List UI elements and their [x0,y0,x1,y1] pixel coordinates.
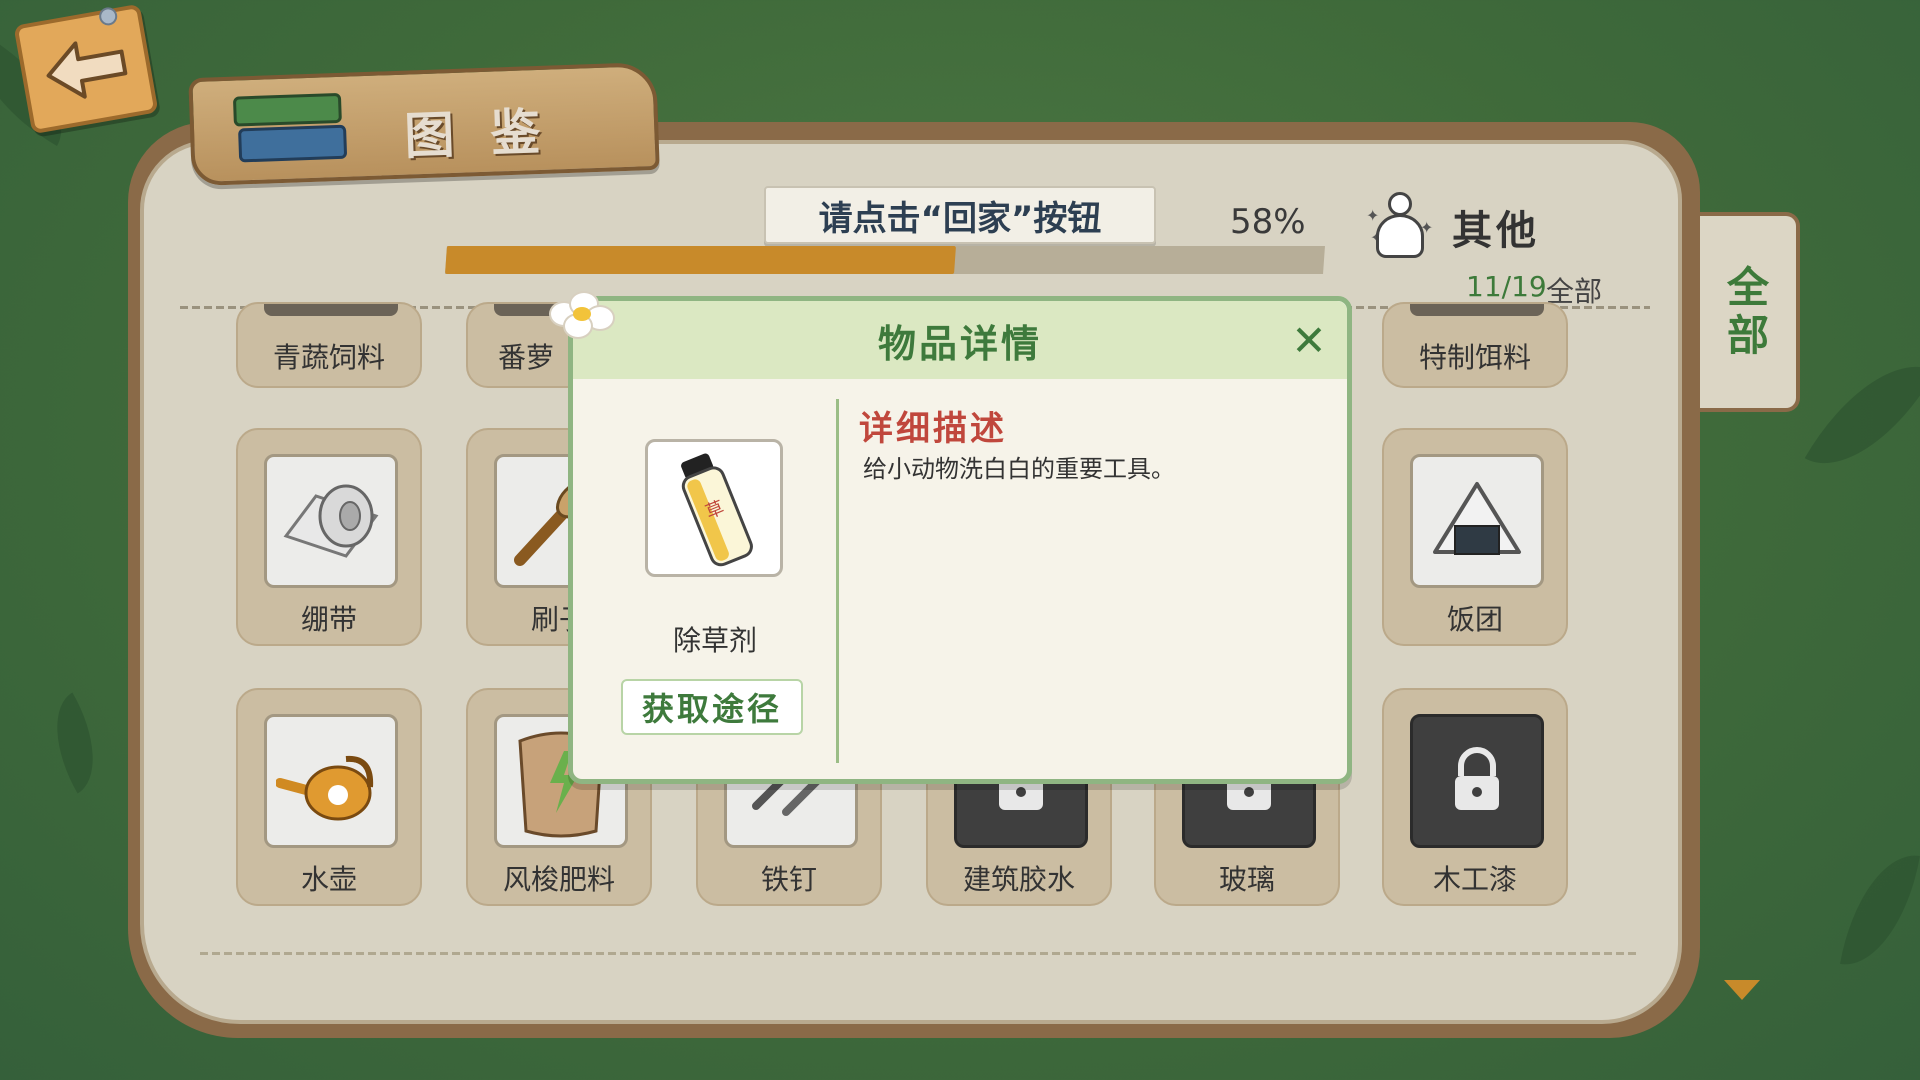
title-plank: 图鉴 [188,61,660,187]
item-name: 绷带 [300,603,357,636]
description-text: 给小动物洗白白的重要工具。 [863,455,1175,483]
list-item[interactable]: 水壶 [236,688,422,906]
bandage-icon [264,454,398,588]
item-name: 特制饵料 [1418,341,1531,374]
category-label: 其他 [1452,208,1540,254]
back-arrow-icon [46,41,128,99]
pin-icon [97,5,119,27]
item-name: 建筑胶水 [962,863,1075,896]
tab-all-label: 全 [1726,262,1769,312]
list-item[interactable]: 木工漆 [1382,688,1568,906]
progress-fill [445,246,957,274]
hint-banner[interactable]: 请点击“回家”按钮 [764,186,1156,244]
obtain-method-button[interactable]: 获取途径 [621,679,803,735]
tab-all[interactable]: 全 部 [1700,212,1800,412]
back-button[interactable] [13,3,159,135]
list-item[interactable]: 绷带 [236,428,422,646]
books-icon [232,92,348,169]
divider [836,399,839,763]
item-name: 风梭肥料 [502,863,615,896]
item-name: 饭团 [1446,603,1503,636]
teru-teru-bozu-icon: ✦ ✦ ✦ [1366,184,1434,266]
list-item[interactable]: 特制饵料 [1382,302,1568,388]
rice-ball-icon [1410,454,1544,588]
watering-can-icon [264,714,398,848]
scroll-down-icon[interactable] [1724,980,1760,1000]
tab-all-label: 部 [1726,311,1769,360]
close-icon[interactable]: ✕ [1287,319,1331,363]
item-name: 铁钉 [760,863,817,896]
spray-can-icon: 草 [645,439,783,577]
dialog-title: 物品详情 [877,321,1042,366]
collection-count: 11/19 [1466,270,1547,303]
item-name: 木工漆 [1432,863,1517,896]
leaf-decoration [1804,336,1920,494]
item-detail-name: 除草剂 [672,624,757,657]
description-title: 详细描述 [859,409,1007,449]
progress-percent: 58% [1230,202,1306,242]
leaf-decoration [1840,845,1920,975]
divider [200,952,1640,955]
progress-bar [445,246,1325,274]
flower-icon [549,291,617,341]
item-name: 青蔬饲料 [272,341,385,374]
dialog-header: 物品详情 [573,301,1347,379]
item-detail-dialog: 物品详情 ✕ 草 除草剂 获取途径 详细描述 给小动物洗白白的重要工具。 [549,291,1352,784]
list-item[interactable]: 青蔬饲料 [236,302,422,388]
leaf-decoration [32,692,118,794]
list-item[interactable]: 饭团 [1382,428,1568,646]
item-name: 玻璃 [1218,863,1275,896]
page-title: 图鉴 [403,101,578,166]
lock-icon [1410,714,1544,848]
item-name: 水壶 [300,863,357,896]
